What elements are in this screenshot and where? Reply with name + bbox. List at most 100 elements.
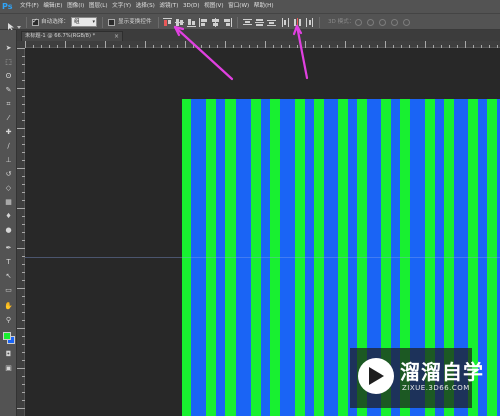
eyedropper-tool[interactable]: ⁄: [3, 114, 14, 123]
menu-edit[interactable]: 编辑(E): [43, 0, 62, 13]
path-select-tool[interactable]: ↖: [3, 272, 14, 281]
menu-help[interactable]: 帮助(H): [254, 0, 274, 13]
auto-select-dropdown[interactable]: 组 ▾: [71, 17, 97, 27]
distribute-bottom-icon[interactable]: [267, 18, 276, 27]
crop-tool[interactable]: ⌗: [3, 100, 14, 109]
3d-rotate-icon[interactable]: [355, 19, 362, 26]
ruler-tick: [17, 328, 25, 329]
ruler-tick: [185, 41, 186, 48]
menu-file[interactable]: 文件(F): [20, 0, 39, 13]
lasso-icon: ʘ: [5, 72, 12, 80]
menu-image[interactable]: 图像(I): [67, 0, 84, 13]
hand-tool[interactable]: ✋: [3, 302, 14, 311]
ruler-origin[interactable]: [17, 41, 25, 48]
3d-pan-icon[interactable]: [379, 19, 386, 26]
3d-slide-icon[interactable]: [391, 19, 398, 26]
ruler-tick: [265, 41, 266, 48]
ruler-tick: [17, 288, 25, 289]
horizontal-guide[interactable]: [25, 257, 500, 258]
quick-mask-icon: ◘: [5, 350, 12, 358]
type-icon: T: [6, 258, 11, 266]
distribute-right-icon[interactable]: [305, 18, 314, 27]
3d-roll-icon[interactable]: [367, 19, 374, 26]
gradient-icon: ▦: [5, 198, 12, 206]
move-tool[interactable]: ➤: [3, 44, 14, 53]
menu-bar: Ps 文件(F) 编辑(E) 图像(I) 图层(L) 文字(Y) 选择(S) 滤…: [0, 0, 500, 13]
quick-mask-button[interactable]: ◘: [3, 350, 14, 359]
lasso-tool[interactable]: ʘ: [3, 72, 14, 81]
chevron-down-icon: ▾: [92, 19, 95, 25]
marquee-tool[interactable]: ⬚: [3, 58, 14, 67]
menu-window[interactable]: 窗口(W): [228, 0, 249, 13]
gradient-tool[interactable]: ▦: [3, 198, 14, 207]
healing-brush-tool[interactable]: ✚: [3, 128, 14, 137]
menu-select[interactable]: 选择(S): [136, 0, 155, 13]
marquee-icon: ⬚: [5, 58, 12, 66]
ruler-tick: [305, 41, 306, 48]
document-tab[interactable]: 未标题-1 @ 66.7%(RGB/8) * ×: [21, 31, 123, 41]
move-tool-preset-picker[interactable]: [5, 17, 23, 31]
dodge-tool[interactable]: ●: [3, 226, 14, 235]
type-tool[interactable]: T: [3, 258, 14, 267]
dodge-icon: ●: [5, 226, 12, 234]
ruler-tick: [465, 41, 466, 48]
auto-select-checkbox[interactable]: [32, 17, 39, 26]
history-brush-tool[interactable]: ↺: [3, 170, 14, 179]
menu-3d[interactable]: 3D(D): [183, 0, 200, 13]
align-top-edges-icon[interactable]: [163, 18, 172, 27]
options-bar: 自动选择： 组 ▾ 显示变换控件: [0, 13, 500, 31]
watermark-url: ZIXUE.3D66.COM: [402, 384, 470, 392]
eyedropper-icon: ⁄: [7, 114, 10, 122]
brush-tool[interactable]: ∕: [3, 142, 14, 151]
zoom-tool[interactable]: ⚲: [3, 316, 14, 325]
blur-drop-icon: ♦: [5, 212, 12, 220]
options-separator: [319, 17, 320, 28]
close-icon[interactable]: ×: [114, 32, 119, 41]
foreground-color-swatch[interactable]: [3, 332, 11, 340]
horizontal-ruler[interactable]: [25, 41, 500, 48]
rectangle-tool[interactable]: ▭: [3, 286, 14, 295]
blur-tool[interactable]: ♦: [3, 212, 14, 221]
watermark: 溜溜自学 ZIXUE.3D66.COM: [350, 348, 483, 408]
crop-icon: ⌗: [6, 100, 11, 108]
quick-select-tool[interactable]: ✎: [3, 86, 14, 95]
align-right-edges-icon[interactable]: [223, 18, 232, 27]
3d-scale-icon[interactable]: [403, 19, 410, 26]
menu-type[interactable]: 文字(Y): [112, 0, 131, 13]
ruler-tick: [345, 41, 346, 48]
align-vertical-centers-icon[interactable]: [175, 18, 184, 27]
align-bottom-edges-icon[interactable]: [187, 18, 196, 27]
screen-mode-button[interactable]: ▣: [3, 364, 14, 373]
stamp-icon: ⊥: [5, 156, 12, 164]
vertical-ruler[interactable]: [17, 48, 25, 416]
show-transform-label: 显示变换控件: [118, 19, 152, 25]
ruler-tick: [225, 41, 226, 48]
distribute-vertical-centers-icon[interactable]: [255, 18, 264, 27]
move-tool-icon: ➤: [5, 44, 12, 52]
distribute-horizontal-centers-icon[interactable]: [293, 18, 302, 27]
eraser-tool[interactable]: ◇: [3, 184, 14, 193]
path-select-icon: ↖: [5, 272, 12, 280]
align-left-edges-icon[interactable]: [199, 18, 208, 27]
menu-filter[interactable]: 滤镜(T): [159, 0, 178, 13]
ruler-tick: [17, 208, 25, 209]
show-transform-checkbox[interactable]: [108, 19, 115, 26]
options-separator: [158, 17, 159, 28]
ruler-tick: [17, 128, 25, 129]
clone-stamp-tool[interactable]: ⊥: [3, 156, 14, 165]
align-horizontal-centers-icon[interactable]: [211, 18, 220, 27]
pen-icon: ✒: [5, 244, 12, 252]
distribute-top-icon[interactable]: [243, 18, 252, 27]
magnifier-icon: ⚲: [5, 316, 12, 324]
photoshop-window: Ps 文件(F) 编辑(E) 图像(I) 图层(L) 文字(Y) 选择(S) 滤…: [0, 0, 500, 416]
ruler-tick: [65, 41, 66, 48]
hand-icon: ✋: [4, 302, 13, 310]
ruler-tick: [105, 41, 106, 48]
menu-view[interactable]: 视图(V): [204, 0, 223, 13]
menu-layer[interactable]: 图层(L): [89, 0, 108, 13]
options-separator: [237, 17, 238, 28]
screen-mode-icon: ▣: [5, 364, 12, 372]
distribute-left-icon[interactable]: [281, 18, 290, 27]
options-separator: [26, 17, 27, 28]
pen-tool[interactable]: ✒: [3, 244, 14, 253]
